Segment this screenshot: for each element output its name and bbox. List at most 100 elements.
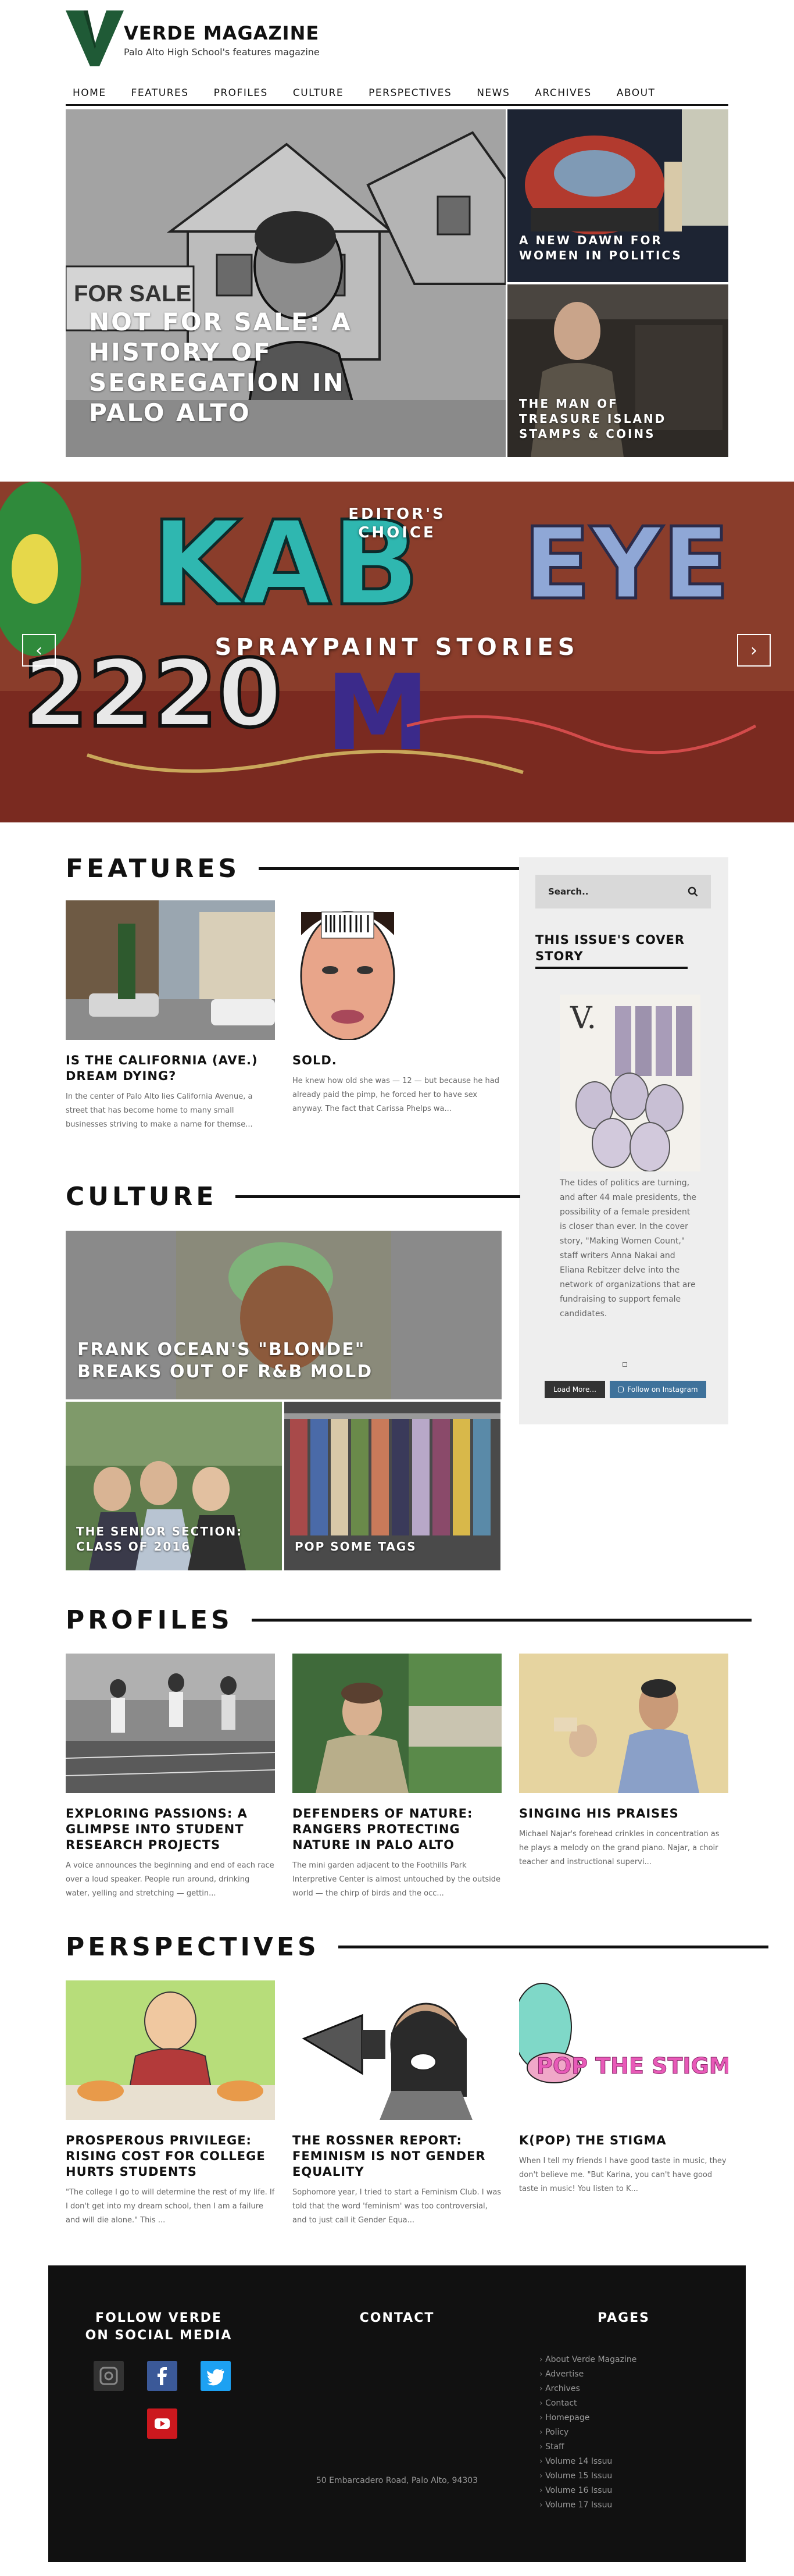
- load-more-button[interactable]: Load More...: [545, 1381, 605, 1398]
- banner-next-arrow-icon[interactable]: ›: [737, 634, 771, 667]
- profile-card-3-image[interactable]: [519, 1654, 728, 1793]
- footer-page-link[interactable]: Archives: [539, 2382, 636, 2396]
- facebook-social-icon[interactable]: [147, 2361, 177, 2391]
- cover-illustration: V.: [560, 995, 700, 1171]
- instagram-social-icon[interactable]: [94, 2361, 124, 2391]
- cover-image[interactable]: V.: [560, 995, 700, 1171]
- culture-main-title[interactable]: FRANK OCEAN'S "BLONDE" BREAKS OUT OF R&B…: [77, 1339, 449, 1383]
- profile-card-1-title[interactable]: EXPLORING PASSIONS: A GLIMPSE INTO STUDE…: [66, 1806, 275, 1853]
- hero-side-story-1[interactable]: A NEW DAWN FOR WOMEN IN POLITICS: [507, 109, 728, 282]
- culture-main-story[interactable]: FRANK OCEAN'S "BLONDE" BREAKS OUT OF R&B…: [66, 1231, 502, 1399]
- footer-page-link[interactable]: Advertise: [539, 2367, 636, 2382]
- profile-card-2-image[interactable]: [292, 1654, 502, 1793]
- profile-card-3-title[interactable]: SINGING HIS PRAISES: [519, 1806, 728, 1822]
- culture-small-story-1[interactable]: THE SENIOR SECTION: CLASS OF 2016: [66, 1402, 282, 1570]
- banner-title[interactable]: SPRAYPAINT STORIES: [0, 634, 794, 661]
- banner-kicker: EDITOR'S CHOICE: [0, 505, 794, 542]
- feature-card-1-image[interactable]: [66, 900, 275, 1040]
- search-icon[interactable]: [688, 886, 698, 897]
- footer-page-link[interactable]: Homepage: [539, 2411, 636, 2425]
- site-title: VERDE MAGAZINE: [124, 22, 320, 44]
- profile-card-1[interactable]: EXPLORING PASSIONS: A GLIMPSE INTO STUDE…: [66, 1654, 275, 1901]
- twitter-social-icon[interactable]: [201, 2361, 231, 2391]
- footer-pages-heading: PAGES: [597, 2311, 650, 2325]
- culture-heading-label: CULTURE: [66, 1182, 217, 1212]
- footer-page-link[interactable]: Volume 15 Issuu: [539, 2469, 636, 2484]
- nav-about[interactable]: ABOUT: [617, 87, 656, 99]
- footer-page-link[interactable]: Volume 14 Issuu: [539, 2454, 636, 2469]
- profile-3-photo: [519, 1654, 728, 1793]
- search-placeholder: Search..: [548, 886, 589, 897]
- profile-card-2-title[interactable]: DEFENDERS OF NATURE: RANGERS PROTECTING …: [292, 1806, 502, 1853]
- footer-follow-heading: FOLLOW VERDE ON SOCIAL MEDIA: [85, 2311, 233, 2343]
- hero-sign-text: FOR SALE: [74, 281, 191, 307]
- nav-culture[interactable]: CULTURE: [293, 87, 344, 99]
- footer-page-link[interactable]: About Verde Magazine: [539, 2353, 636, 2367]
- search-input[interactable]: Search..: [535, 875, 711, 908]
- hero-grid: FOR SALE NOT FOR SALE: A HISTORY OF SEGR…: [66, 109, 728, 457]
- footer-page-link[interactable]: Volume 17 Issuu: [539, 2498, 636, 2513]
- feature-card-2-image[interactable]: [292, 900, 502, 1040]
- footer-page-link[interactable]: Staff: [539, 2440, 636, 2454]
- banner-next-glyph: ›: [750, 640, 757, 661]
- hero-main-story[interactable]: FOR SALE NOT FOR SALE: A HISTORY OF SEGR…: [66, 109, 506, 457]
- culture-small2-title[interactable]: POP SOME TAGS: [295, 1539, 481, 1554]
- nav-archives[interactable]: ARCHIVES: [535, 87, 591, 99]
- perspective-1-illustration: [66, 1980, 275, 2120]
- banner-prev-arrow-icon[interactable]: ‹: [22, 634, 56, 667]
- perspective-card-2-title[interactable]: THE ROSSNER REPORT: FEMINISM IS NOT GEND…: [292, 2133, 502, 2180]
- hero-side-story-2[interactable]: THE MAN OF TREASURE ISLAND STAMPS & COIN…: [507, 284, 728, 457]
- profile-card-3[interactable]: SINGING HIS PRAISES Michael Najar's fore…: [519, 1654, 728, 1869]
- profile-card-2[interactable]: DEFENDERS OF NATURE: RANGERS PROTECTING …: [292, 1654, 502, 1901]
- perspective-card-2-image[interactable]: [292, 1980, 502, 2120]
- perspective-card-3-image[interactable]: POP THE STIGMA: [519, 1980, 728, 2120]
- youtube-social-icon[interactable]: [147, 2408, 177, 2439]
- cover-logo-letter: V.: [570, 1001, 596, 1036]
- hero-side2-title[interactable]: THE MAN OF TREASURE ISLAND STAMPS & COIN…: [519, 396, 705, 441]
- cover-story-text: The tides of politics are turning, and a…: [560, 1178, 696, 1319]
- nav-news[interactable]: NEWS: [477, 87, 510, 99]
- svg-text:M: M: [326, 653, 430, 774]
- site-footer: FOLLOW VERDE ON SOCIAL MEDIA CONTACT PAG…: [48, 2265, 746, 2562]
- culture-small-story-2[interactable]: POP SOME TAGS: [284, 1402, 500, 1570]
- perspective-card-1-title[interactable]: PROSPEROUS PRIVILEGE: RISING COST FOR CO…: [66, 2133, 275, 2180]
- footer-page-link[interactable]: Policy: [539, 2425, 636, 2440]
- nav-profiles[interactable]: PROFILES: [214, 87, 268, 99]
- perspective-card-3[interactable]: POP THE STIGMA K(POP) THE STIGMA When I …: [519, 1980, 728, 2196]
- profile-card-1-image[interactable]: [66, 1654, 275, 1793]
- profile-card-2-excerpt: The mini garden adjacent to the Foothill…: [292, 1861, 500, 1898]
- instagram-icon: [618, 1387, 624, 1392]
- small-icon: [623, 1362, 627, 1367]
- site-logo[interactable]: VERDE MAGAZINE Palo Alto High School's f…: [66, 10, 320, 66]
- youtube-glyph-icon: [155, 2418, 170, 2429]
- feature-card-1-title[interactable]: IS THE CALIFORNIA (AVE.) DREAM DYING?: [66, 1053, 275, 1084]
- perspective-card-1-image[interactable]: [66, 1980, 275, 2120]
- footer-page-link[interactable]: Contact: [539, 2396, 636, 2411]
- nav-home[interactable]: HOME: [73, 87, 106, 99]
- hero-side1-title[interactable]: A NEW DAWN FOR WOMEN IN POLITICS: [519, 233, 705, 263]
- footer-page-link[interactable]: Volume 16 Issuu: [539, 2484, 636, 2498]
- perspective-card-3-title[interactable]: K(POP) THE STIGMA: [519, 2133, 728, 2149]
- profiles-heading: PROFILES: [66, 1605, 752, 1635]
- culture-small1-title[interactable]: THE SENIOR SECTION: CLASS OF 2016: [76, 1524, 262, 1554]
- hero-main-title[interactable]: NOT FOR SALE: A HISTORY OF SEGREGATION I…: [89, 307, 414, 428]
- profile-card-1-excerpt: A voice announces the beginning and end …: [66, 1861, 274, 1898]
- perspective-card-2[interactable]: THE ROSSNER REPORT: FEMINISM IS NOT GEND…: [292, 1980, 502, 2228]
- main-nav: HOME FEATURES PROFILES CULTURE PERSPECTI…: [66, 81, 728, 106]
- editors-choice-banner[interactable]: KAB EYE 2220 M EDITOR'S CHOICE SPRAYPAIN…: [0, 482, 794, 822]
- cover-story-heading: THIS ISSUE'S COVER STORY: [535, 932, 688, 969]
- nav-features[interactable]: FEATURES: [131, 87, 189, 99]
- perspective-card-1[interactable]: PROSPEROUS PRIVILEGE: RISING COST FOR CO…: [66, 1980, 275, 2228]
- feature-card-2[interactable]: SOLD. He knew how old she was — 12 — but…: [292, 900, 502, 1116]
- profiles-heading-rule: [251, 1619, 752, 1622]
- culture-heading-rule: [235, 1195, 521, 1198]
- banner-prev-glyph: ‹: [35, 640, 42, 661]
- feature-card-1[interactable]: IS THE CALIFORNIA (AVE.) DREAM DYING? In…: [66, 900, 275, 1132]
- profile-2-photo: [292, 1654, 502, 1793]
- footer-pages-list: About Verde Magazine Advertise Archives …: [539, 2353, 636, 2513]
- nav-perspectives[interactable]: PERSPECTIVES: [369, 87, 452, 99]
- follow-instagram-button[interactable]: Follow on Instagram: [610, 1381, 706, 1398]
- feature-card-2-title[interactable]: SOLD.: [292, 1053, 502, 1068]
- banner-kicker-text: EDITOR'S CHOICE: [348, 505, 446, 541]
- facebook-glyph-icon: [158, 2367, 167, 2385]
